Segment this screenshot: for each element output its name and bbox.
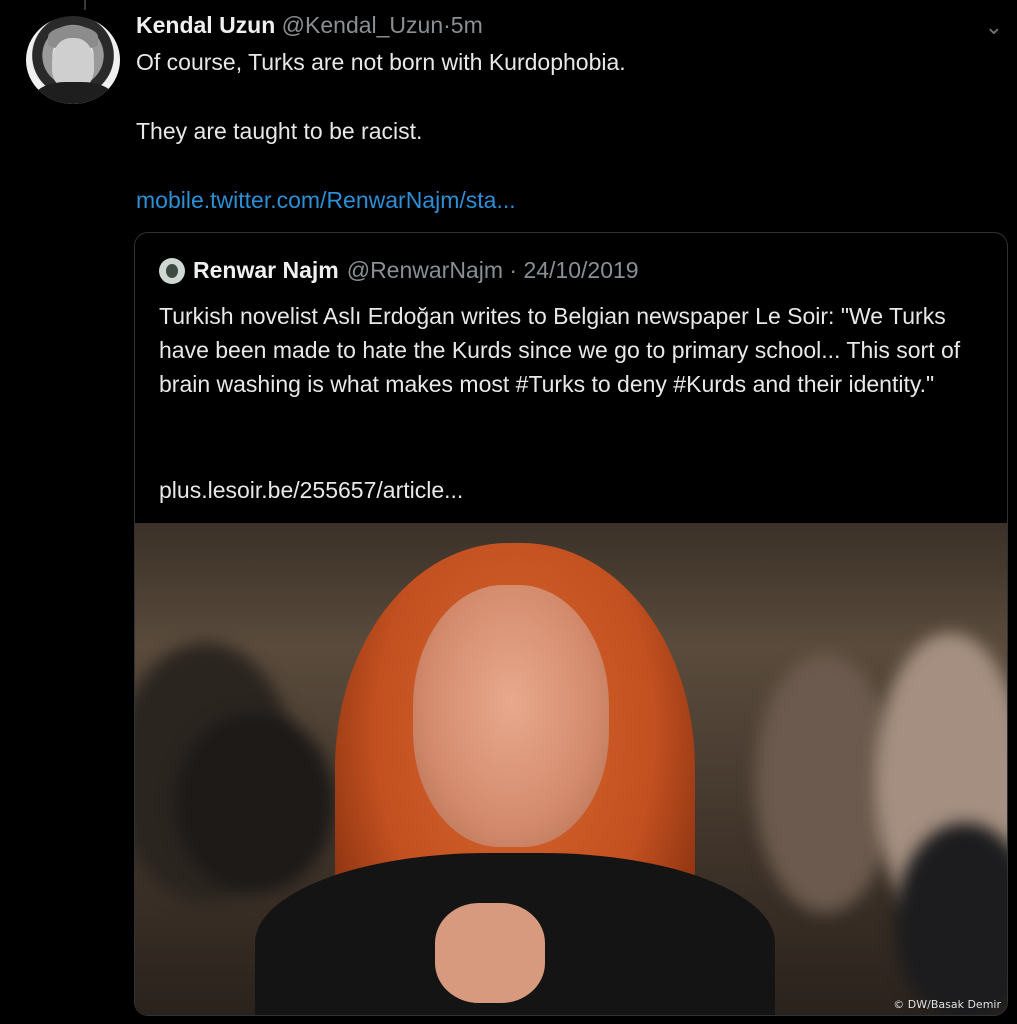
tweet-link[interactable]: mobile.twitter.com/RenwarNajm/sta...: [136, 187, 516, 214]
author-name[interactable]: Kendal Uzun: [136, 12, 275, 38]
quoted-tweet-photo[interactable]: © DW/Basak Demir: [135, 523, 1007, 1015]
tweet-text-line1: Of course, Turks are not born with Kurdo…: [136, 49, 626, 75]
photo-credit: © DW/Basak Demir: [893, 998, 1001, 1011]
thread-connector-line: [84, 0, 86, 10]
quoted-author-name: Renwar Najm: [193, 257, 339, 283]
tweet-header: Kendal Uzun @Kendal_Uzun·5m: [136, 12, 483, 39]
quoted-tweet-link: plus.lesoir.be/255657/article...: [159, 477, 464, 503]
subject-hand: [435, 903, 545, 1003]
separator-dot: ·: [443, 12, 451, 38]
avatar-shirt: [34, 82, 114, 104]
background-person: [175, 713, 335, 893]
subject-face: [413, 585, 609, 847]
avatar[interactable]: [26, 16, 120, 104]
quoted-avatar: [159, 257, 185, 284]
quoted-tweet-card[interactable]: Renwar Najm @RenwarNajm · 24/10/2019 Tur…: [134, 232, 1008, 1016]
background-person: [755, 653, 895, 913]
quoted-tweet-text: Turkish novelist Aslı Erdoğan writes to …: [159, 303, 961, 397]
tweet-text-line2: They are taught to be racist.: [136, 118, 423, 144]
quoted-author-handle: @RenwarNajm · 24/10/2019: [346, 257, 639, 283]
tweet-time[interactable]: 5m: [451, 12, 483, 38]
quoted-tweet-header: Renwar Najm @RenwarNajm · 24/10/2019: [159, 257, 639, 284]
chevron-down-icon[interactable]: ⌄: [985, 14, 1003, 40]
author-handle[interactable]: @Kendal_Uzun: [282, 12, 443, 38]
